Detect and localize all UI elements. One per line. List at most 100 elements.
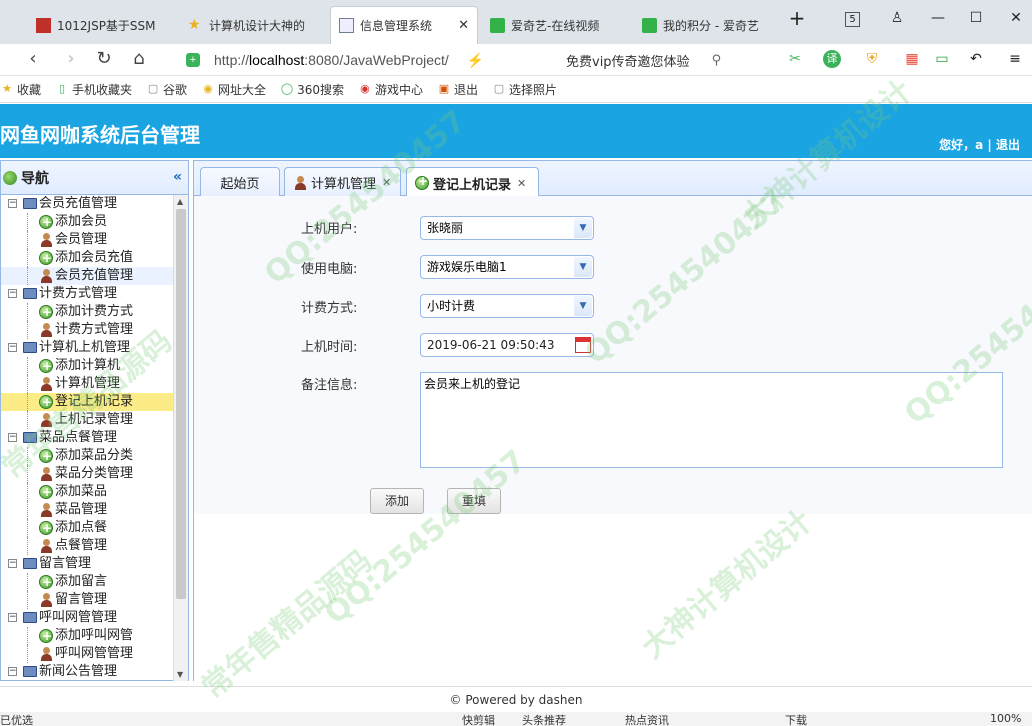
scroll-down-icon[interactable]: ▼ [177,670,183,679]
nav-item[interactable]: 添加呼叫网管 [1,627,173,645]
chevron-down-icon[interactable]: ▼ [574,296,592,316]
menu-icon[interactable]: ≡ [1006,50,1024,68]
nav-item[interactable]: 计算机管理 [1,375,173,393]
new-tab-button[interactable]: + [787,6,807,30]
search-field[interactable]: 免费vip传奇邀您体验 ⚲ [566,47,766,73]
tree-line [27,321,28,339]
nav-item[interactable]: 菜品分类管理 [1,465,173,483]
nav-group[interactable]: − 新闻公告管理 [1,663,173,681]
nav-group[interactable]: − 呼叫网管管理 [1,609,173,627]
billing-select[interactable]: 小时计费 ▼ [420,294,594,318]
battery-icon[interactable]: ▭ [933,50,951,68]
browser-tab-5[interactable]: 我的积分 - 爱奇艺 [634,6,784,44]
bookmark-item[interactable]: ▣ 退出 [437,81,478,98]
status-item[interactable]: 头条推荐 [522,712,566,726]
tab-register-record[interactable]: 登记上机记录 ✕ [406,167,539,198]
nav-group[interactable]: − 计费方式管理 [1,285,173,303]
nav-group[interactable]: − 计算机上机管理 [1,339,173,357]
lightning-icon[interactable]: ⚡ [467,52,484,69]
maximize-icon[interactable]: ☐ [966,10,986,26]
bookmark-item[interactable]: ◉ 网址大全 [201,81,266,98]
home-icon[interactable]: ⌂ [128,48,150,69]
translate-icon[interactable]: 译 [823,50,841,68]
forward-icon[interactable]: › [60,48,82,69]
shirt-icon[interactable]: ♙ [887,10,907,26]
nav-item[interactable]: 登记上机记录 [1,393,173,411]
nav-item[interactable]: 计费方式管理 [1,321,173,339]
nav-item[interactable]: 点餐管理 [1,537,173,555]
nav-item[interactable]: 添加计算机 [1,357,173,375]
expand-toggle-icon[interactable]: − [8,343,17,352]
expand-toggle-icon[interactable]: − [8,289,17,298]
expand-toggle-icon[interactable]: − [8,613,17,622]
browser-tab-2[interactable]: ★ 计算机设计大神的 [180,6,328,44]
content-tabs: 起始页 计算机管理 ✕ 登记上机记录 ✕ [193,160,1032,198]
nav-item[interactable]: 添加会员 [1,213,173,231]
remark-textarea[interactable]: 会员来上机的登记 [420,372,1003,468]
chevron-down-icon[interactable]: ▼ [574,257,592,277]
status-item[interactable]: 下载 [785,712,807,726]
scroll-up-icon[interactable]: ▲ [177,197,183,206]
time-input[interactable]: 2019-06-21 09:50:43 [420,333,594,357]
nav-item-label: 登记上机记录 [55,394,134,409]
nav-item[interactable]: 呼叫网管管理 [1,645,173,663]
collapse-panel-icon[interactable]: « [173,169,182,185]
scroll-thumb[interactable] [176,209,186,599]
apps-icon[interactable]: ▦ [903,50,921,68]
logout-link[interactable]: 退出 [996,138,1020,152]
nav-group[interactable]: − 会员充值管理 [1,195,173,213]
calendar-icon[interactable] [575,337,591,353]
nav-item[interactable]: 留言管理 [1,591,173,609]
close-tab-icon[interactable]: ✕ [458,18,469,33]
nav-group[interactable]: − 菜品点餐管理 [1,429,173,447]
tab-count-badge[interactable]: 5 [845,12,860,27]
bookmark-item[interactable]: ▢ 谷歌 [146,81,187,98]
close-tab-icon[interactable]: ✕ [382,176,391,189]
browser-tab-1[interactable]: 1012JSP基于SSM [28,6,178,44]
nav-item[interactable]: 上机记录管理 [1,411,173,429]
nav-item[interactable]: 添加会员充值 [1,249,173,267]
back-icon[interactable]: ‹ [22,48,44,69]
browser-tab-3-active[interactable]: 信息管理系统 ✕ [330,6,478,44]
minimize-icon[interactable]: — [928,10,948,26]
tab-home[interactable]: 起始页 [200,167,280,197]
browser-tab-4[interactable]: 爱奇艺-在线视频 [482,6,632,44]
nav-item[interactable]: 添加留言 [1,573,173,591]
pc-select[interactable]: 游戏娱乐电脑1 ▼ [420,255,594,279]
url-field[interactable]: + http://localhost:8080/JavaWebProject/ … [180,47,565,73]
zoom-level[interactable]: 100% [990,712,1021,725]
bookmark-item[interactable]: ▯ 手机收藏夹 [55,81,132,98]
expand-toggle-icon[interactable]: − [8,433,17,442]
nav-item[interactable]: 会员管理 [1,231,173,249]
tree-line [27,411,28,429]
nav-item[interactable]: 会员充值管理 [1,267,173,285]
undo-icon[interactable]: ↶ [967,50,985,68]
nav-group[interactable]: − 留言管理 [1,555,173,573]
nav-item[interactable]: 添加计费方式 [1,303,173,321]
bookmark-item[interactable]: ▢ 选择照片 [492,81,557,98]
close-window-icon[interactable]: ✕ [1006,10,1026,26]
bookmark-item[interactable]: ◉ 游戏中心 [358,81,423,98]
nav-item[interactable]: 添加菜品 [1,483,173,501]
expand-toggle-icon[interactable]: − [8,667,17,676]
shield-icon[interactable]: ⛨ [863,50,881,68]
nav-item[interactable]: 菜品管理 [1,501,173,519]
add-button[interactable]: 添加 [370,488,424,514]
nav-item[interactable]: 添加点餐 [1,519,173,537]
user-select[interactable]: 张晓丽 ▼ [420,216,594,240]
bookmark-item[interactable]: ◯ 360搜索 [280,81,344,98]
expand-toggle-icon[interactable]: − [8,559,17,568]
reset-button[interactable]: 重填 [447,488,501,514]
status-item[interactable]: 快剪辑 [462,712,495,726]
close-tab-icon[interactable]: ✕ [517,177,526,190]
status-item[interactable]: 热点资讯 [625,712,669,726]
chevron-down-icon[interactable]: ▼ [574,218,592,238]
refresh-icon[interactable]: ↻ [93,48,115,69]
nav-item[interactable]: 添加菜品分类 [1,447,173,465]
search-icon[interactable]: ⚲ [712,53,722,68]
tab-computer-manage[interactable]: 计算机管理 ✕ [284,167,401,197]
expand-toggle-icon[interactable]: − [8,199,17,208]
nav-scrollbar[interactable]: ▲ ▼ [173,195,188,681]
bookmark-item[interactable]: ★ 收藏 [0,81,41,98]
scissors-icon[interactable]: ✂ [786,50,804,68]
